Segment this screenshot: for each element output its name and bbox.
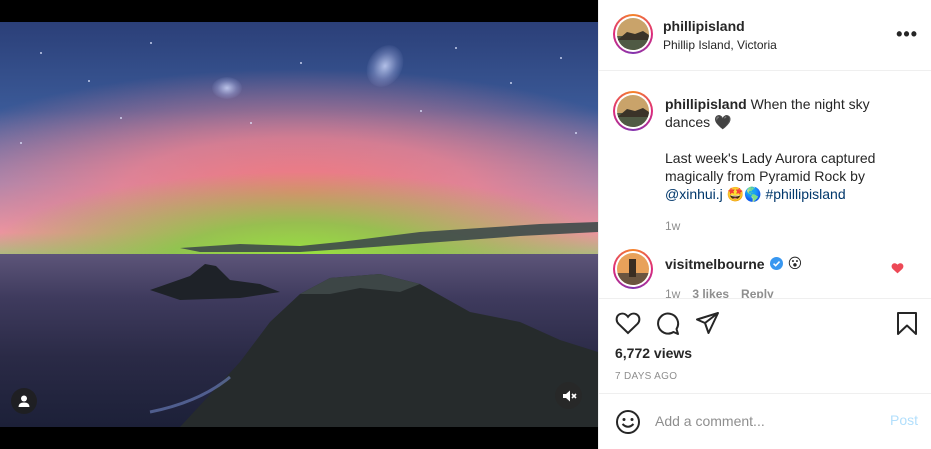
caption-username[interactable]: phillipisland bbox=[665, 96, 747, 112]
liked-heart-icon[interactable] bbox=[891, 262, 904, 274]
video-frame[interactable] bbox=[0, 22, 598, 427]
add-comment-row: Post bbox=[599, 393, 931, 449]
mute-toggle-button[interactable] bbox=[555, 382, 582, 409]
caption-time[interactable]: 1w bbox=[665, 217, 910, 235]
post-location[interactable]: Phillip Island, Victoria bbox=[663, 38, 777, 52]
author-avatar[interactable] bbox=[613, 14, 653, 54]
verified-badge-icon bbox=[769, 257, 783, 270]
post-media[interactable] bbox=[0, 0, 598, 449]
speaker-muted-icon bbox=[562, 390, 577, 401]
avatar-image bbox=[617, 253, 649, 285]
caption: phillipisland When the night sky dances … bbox=[665, 95, 910, 235]
author-username[interactable]: phillipisland bbox=[663, 18, 745, 34]
rock-silhouette bbox=[149, 222, 598, 427]
more-options-button[interactable]: ••• bbox=[896, 24, 918, 45]
paper-plane-icon[interactable] bbox=[695, 311, 720, 336]
commenter-avatar[interactable] bbox=[613, 249, 653, 289]
comment-meta: 1w 3 likes Reply bbox=[665, 287, 774, 298]
avatar-image bbox=[617, 18, 649, 50]
heart-outline-icon[interactable] bbox=[615, 311, 641, 335]
avatar-image bbox=[617, 95, 649, 127]
speech-bubble-icon[interactable] bbox=[655, 311, 680, 336]
view-count[interactable]: 6,772 views bbox=[615, 345, 692, 361]
black-heart-emoji: 🖤 bbox=[714, 114, 732, 130]
post-header: phillipisland Phillip Island, Victoria •… bbox=[599, 0, 931, 71]
commenter-username[interactable]: visitmelbourne bbox=[665, 256, 765, 272]
bookmark-icon[interactable] bbox=[896, 311, 918, 336]
post-details-panel: phillipisland Phillip Island, Victoria •… bbox=[598, 0, 931, 449]
comment: visitmelbourne 😮 bbox=[665, 255, 802, 272]
comments-list[interactable]: phillipisland When the night sky dances … bbox=[599, 71, 931, 299]
tagged-users-button[interactable] bbox=[11, 388, 37, 414]
comment-likes[interactable]: 3 likes bbox=[692, 287, 729, 298]
smiley-icon[interactable] bbox=[615, 409, 641, 435]
caption-emojis: 🤩🌎 bbox=[726, 186, 762, 202]
person-icon bbox=[18, 395, 30, 407]
reply-button[interactable]: Reply bbox=[741, 287, 774, 298]
comment-text: 😮 bbox=[787, 255, 803, 271]
add-comment-input[interactable] bbox=[655, 413, 845, 429]
mention-link[interactable]: @xinhui.j bbox=[665, 186, 723, 202]
post-comment-button[interactable]: Post bbox=[890, 412, 918, 428]
caption-line2: Last week's Lady Aurora captured magical… bbox=[665, 150, 876, 184]
hashtag-link[interactable]: #phillipisland bbox=[765, 186, 845, 202]
caption-avatar[interactable] bbox=[613, 91, 653, 131]
post-date[interactable]: 7 DAYS AGO bbox=[615, 371, 677, 382]
comment-time[interactable]: 1w bbox=[665, 287, 680, 298]
